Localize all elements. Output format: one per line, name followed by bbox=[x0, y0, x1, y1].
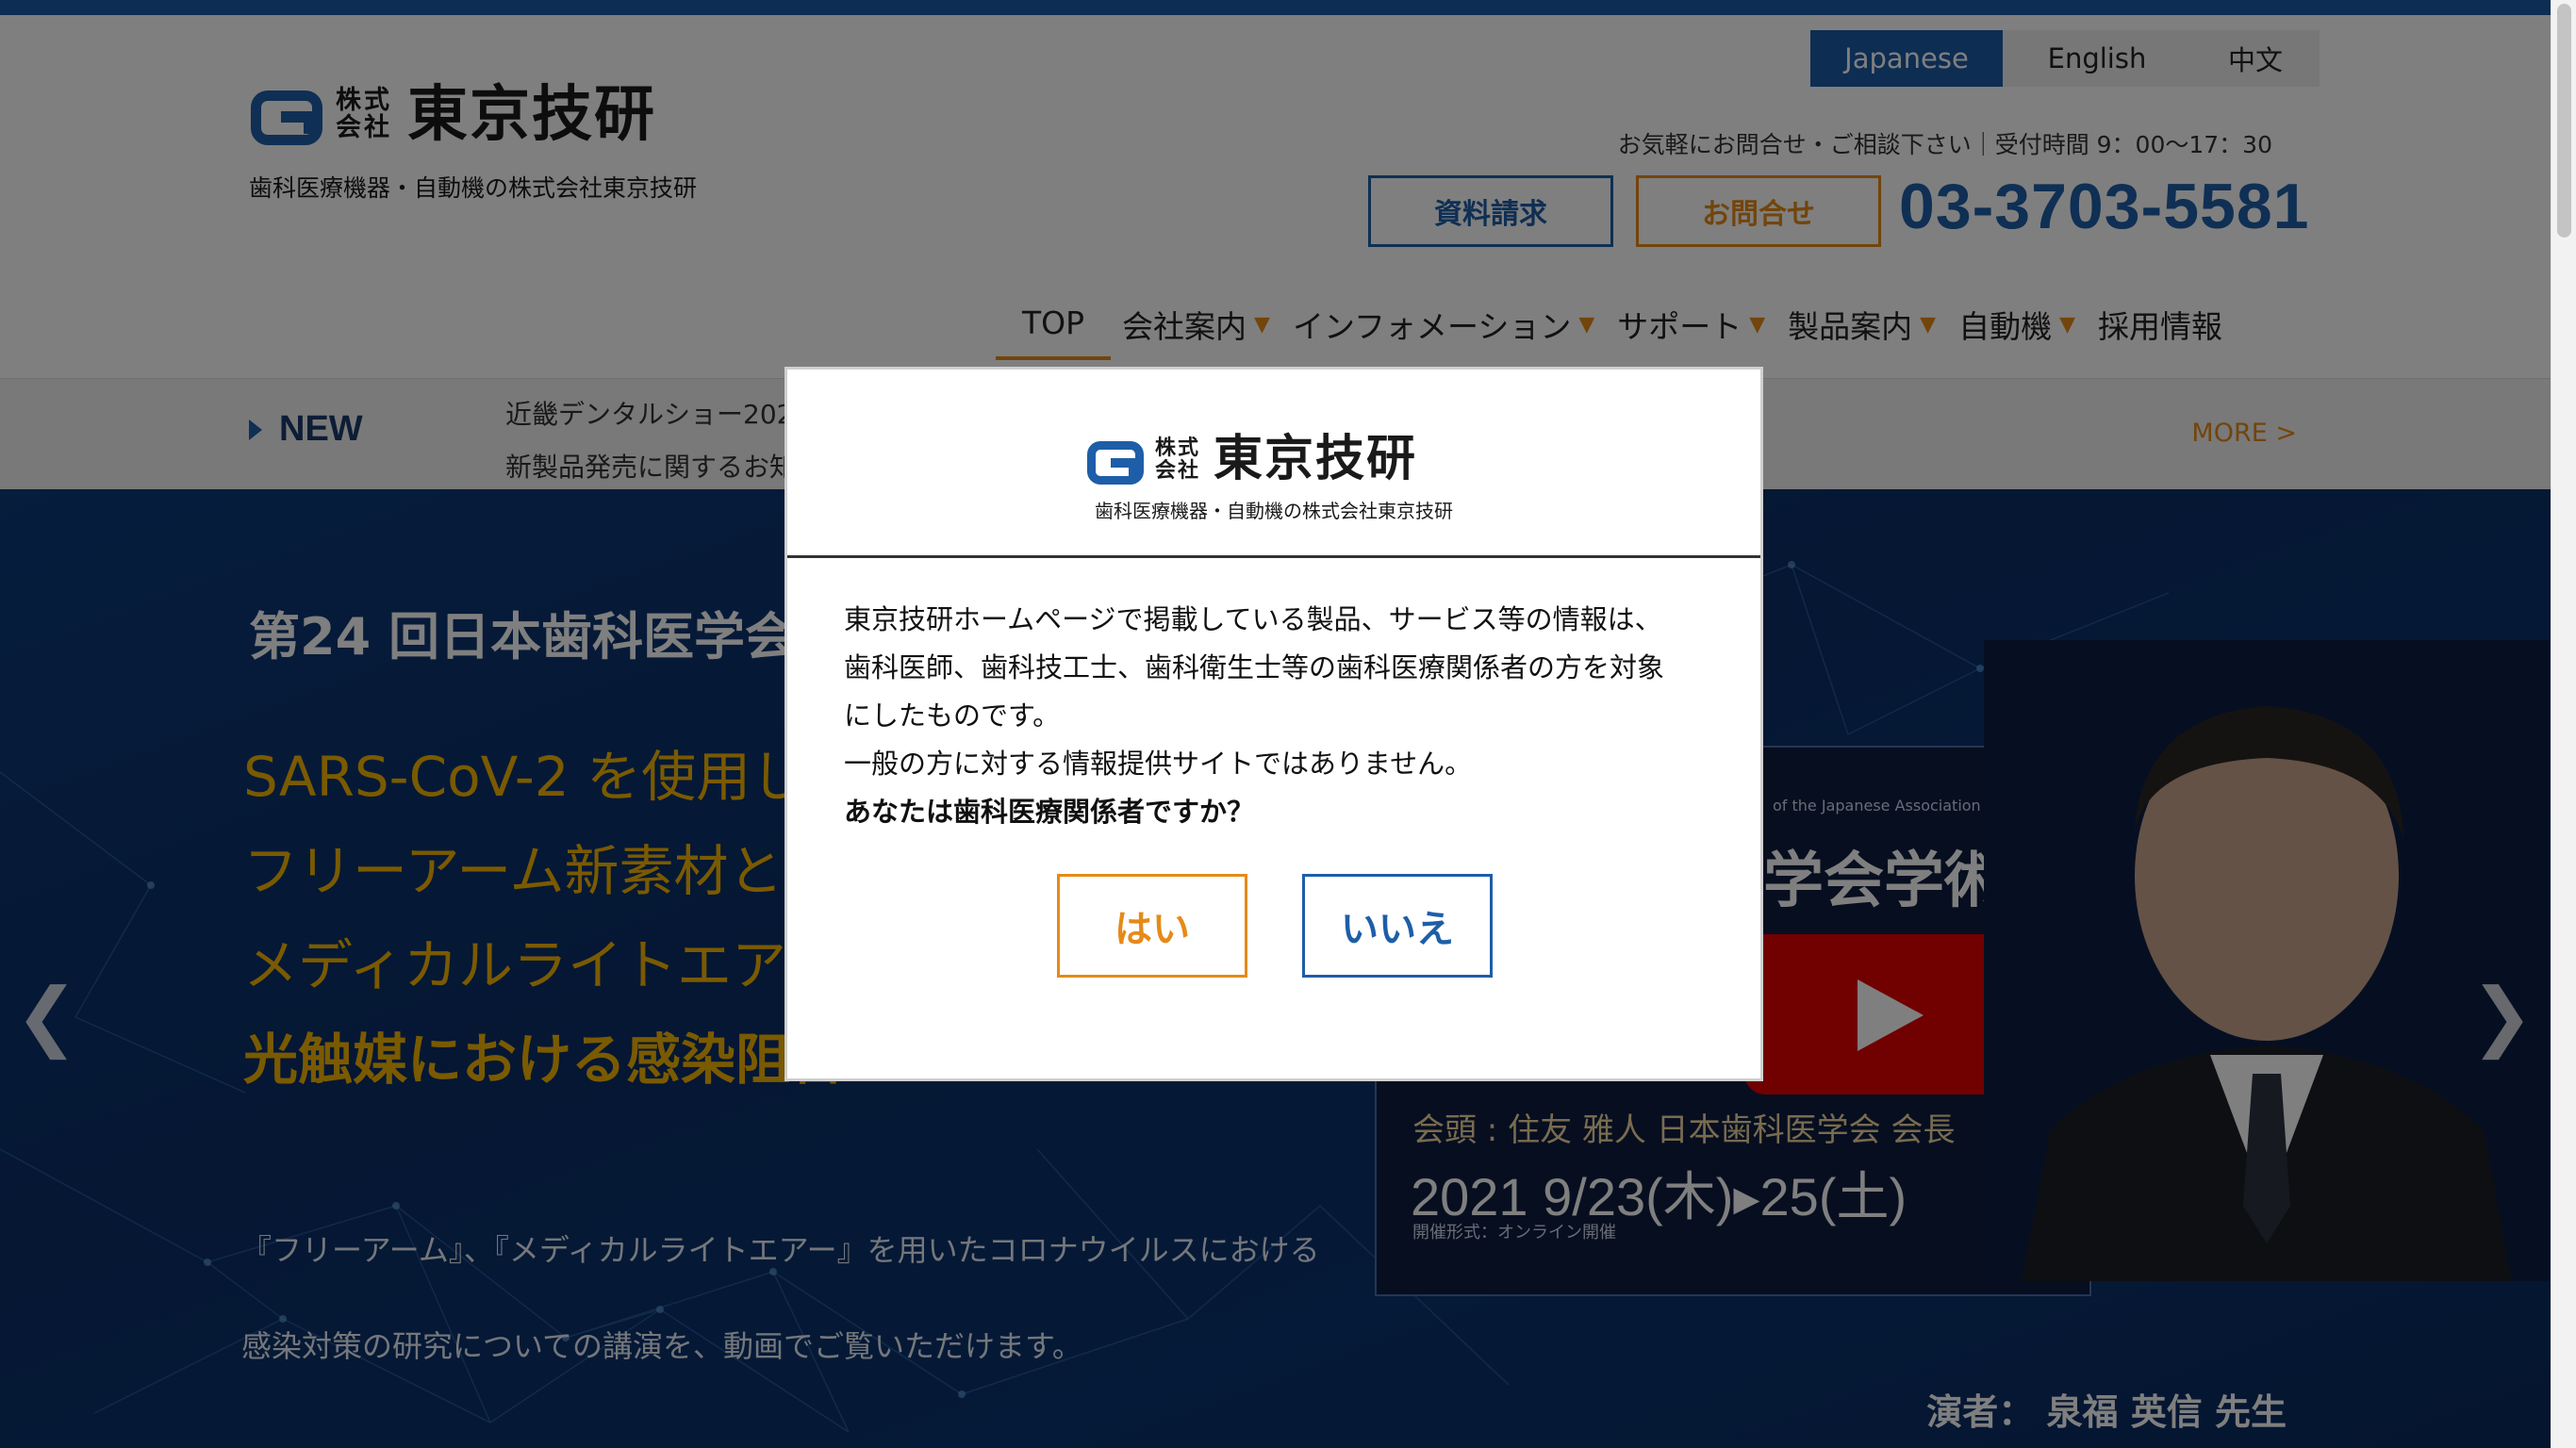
dialog-header: 株式会社 東京技研 歯科医療機器・自動機の株式会社東京技研 bbox=[787, 370, 1760, 558]
page-scrollbar[interactable] bbox=[2551, 0, 2576, 1448]
dialog-text-line: 一般の方に対する情報提供サイトではありません。 bbox=[844, 748, 1473, 780]
professional-confirm-dialog: 株式会社 東京技研 歯科医療機器・自動機の株式会社東京技研 東京技研ホームページ… bbox=[784, 367, 1763, 1081]
yes-button[interactable]: はい bbox=[1057, 874, 1247, 978]
logo-company-name: 東京技研 bbox=[1214, 430, 1418, 487]
dialog-question: あなたは歯科医療関係者ですか？ bbox=[844, 796, 1255, 828]
logo-kabushiki-text: 株式会社 bbox=[1155, 436, 1201, 483]
logo-mark-icon bbox=[1087, 441, 1144, 485]
dialog-logo: 株式会社 東京技研 bbox=[1087, 432, 1483, 492]
dialog-text-line: 東京技研ホームページで掲載している製品、サービス等の情報は、 bbox=[844, 603, 1662, 635]
dialog-tagline: 歯科医療機器・自動機の株式会社東京技研 bbox=[1095, 500, 1453, 522]
scrollbar-thumb[interactable] bbox=[2557, 4, 2571, 238]
dialog-text-line: にしたものです。 bbox=[844, 699, 1061, 732]
no-button[interactable]: いいえ bbox=[1302, 874, 1493, 978]
dialog-text-line: 歯科医師、歯科技工士、歯科衛生士等の歯科医療関係者の方を対象 bbox=[844, 651, 1665, 683]
dialog-body: 東京技研ホームページで掲載している製品、サービス等の情報は、 歯科医師、歯科技工… bbox=[844, 596, 1711, 836]
